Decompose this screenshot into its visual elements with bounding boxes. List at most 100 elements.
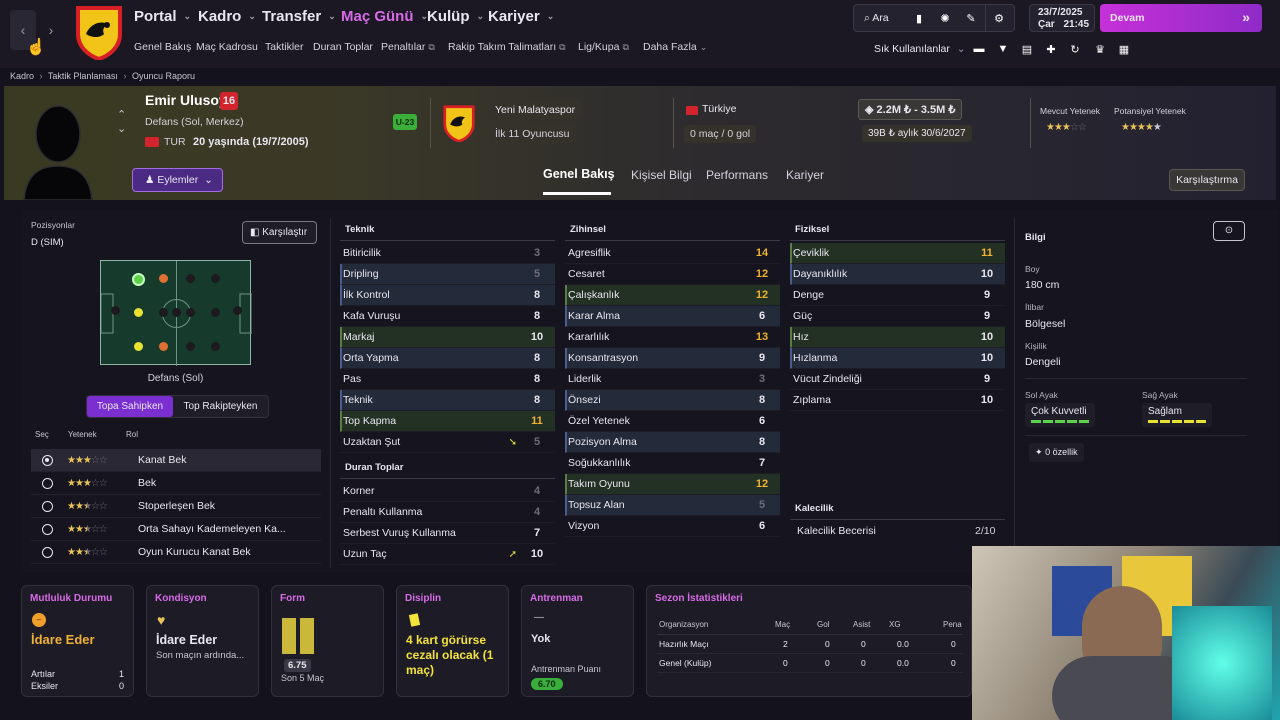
attribute-row[interactable]: Dayanıklılık 10 (790, 264, 1005, 285)
toggle-in-possession[interactable]: Topa Sahipken (87, 396, 173, 417)
role-radio[interactable] (42, 477, 53, 489)
calendar-icon[interactable]: ▦ (1117, 42, 1131, 56)
pitch-position-dot[interactable] (159, 308, 168, 317)
menu-kariyer[interactable]: Kariyer ⌄ (488, 8, 554, 25)
attribute-row[interactable]: Uzun Taç ➚ 10 (340, 544, 555, 565)
attribute-row[interactable]: Topsuz Alan 5 (565, 495, 780, 516)
brain-icon[interactable]: ✺ (938, 11, 952, 25)
pitch-position-dot[interactable] (159, 274, 168, 283)
pitch-position-dot[interactable] (134, 308, 143, 317)
pitch-position-dot[interactable] (186, 308, 195, 317)
submenu-genel-bakis[interactable]: Genel Bakış (134, 41, 191, 53)
club-crest-logo[interactable] (74, 4, 124, 62)
form-card[interactable]: Form 6.75 Son 5 Maç (271, 585, 384, 697)
menu-kadro[interactable]: Kadro ⌄ (198, 8, 256, 25)
pitch-position-dot[interactable] (172, 308, 181, 317)
info-settings-button[interactable]: ⊙ (1213, 221, 1245, 241)
submenu-mac-kadrosu[interactable]: Maç Kadrosu (196, 41, 258, 53)
attribute-row[interactable]: Kararlılık 13 (565, 327, 780, 348)
attribute-row[interactable]: Teknik 8 (340, 390, 555, 411)
role-radio[interactable] (42, 546, 53, 558)
continue-button[interactable]: Devam » (1100, 4, 1262, 32)
pitch-position-dot[interactable] (211, 308, 220, 317)
shirt-icon[interactable]: ▼ (996, 42, 1010, 56)
attribute-row[interactable]: İlk Kontrol 8 (340, 285, 555, 306)
attribute-row[interactable]: Hız 10 (790, 327, 1005, 348)
attribute-row[interactable]: Zıplama 10 (790, 390, 1005, 411)
pitch-position-dot[interactable] (186, 274, 195, 283)
role-row[interactable]: ★★★☆☆ Oyun Kurucu Kanat Bek (31, 541, 321, 564)
season-stats-card[interactable]: Sezon İstatistikleri Organizasyon Maç Gol A… (646, 585, 972, 697)
tab-genel-bakis[interactable]: Genel Bakış (543, 167, 615, 181)
attribute-row[interactable]: Liderlik 3 (565, 369, 780, 390)
chat-icon[interactable]: ▬ (972, 42, 986, 56)
tab-kisisel-bilgi[interactable]: Kişisel Bilgi (631, 168, 692, 182)
season-table-row[interactable]: Genel (Kulüp) 0 0 0 0.0 0 (657, 654, 963, 673)
submenu-penaltilar[interactable]: Penaltılar ⧉ (381, 41, 435, 53)
attribute-row[interactable]: Vücut Zindeliği 9 (790, 369, 1005, 390)
attribute-row[interactable]: Serbest Vuruş Kullanma 7 (340, 523, 555, 544)
submenu-duran-toplar[interactable]: Duran Toplar (313, 41, 373, 53)
role-radio[interactable] (42, 454, 53, 466)
training-card[interactable]: Antrenman — Yok Antrenman Puanı 6.70 (521, 585, 634, 697)
breadcrumb-kadro[interactable]: Kadro (10, 71, 34, 81)
attribute-row[interactable]: Kafa Vuruşu 8 (340, 306, 555, 327)
condition-card[interactable]: Kondisyon ♥ İdare Eder Son maçın ardında… (146, 585, 259, 697)
attribute-row[interactable]: Güç 9 (790, 306, 1005, 327)
attribute-row[interactable]: Uzaktan Şut ➘ 5 (340, 432, 555, 453)
shortcuts-dropdown[interactable]: Sık Kullanılanlar ⌄ (874, 43, 966, 55)
attribute-row[interactable]: Önsezi 8 (565, 390, 780, 411)
pitch-position-dot[interactable] (186, 342, 195, 351)
comparison-button[interactable]: Karşılaştırma (1169, 169, 1245, 191)
clipboard-icon[interactable]: ▤ (1020, 42, 1034, 56)
toggle-out-of-possession[interactable]: Top Rakipteyken (173, 396, 268, 417)
role-row[interactable]: ★★★☆☆ Bek (31, 472, 321, 495)
season-table-row[interactable]: Hazırlık Maçı 2 0 0 0.0 0 (657, 635, 963, 654)
pitch-position-dot[interactable] (159, 342, 168, 351)
submenu-lig-kupa[interactable]: Lig/Kupa ⧉ (578, 41, 629, 53)
role-radio[interactable] (42, 500, 53, 512)
attribute-row[interactable]: Pozisyon Alma 8 (565, 432, 780, 453)
actions-dropdown-button[interactable]: ♟ Eylemler ⌄ (132, 168, 223, 192)
traits-button[interactable]: ✦ 0 özellik (1029, 443, 1084, 462)
attribute-row[interactable]: Korner 4 (340, 481, 555, 502)
pitch-position-dot[interactable] (211, 274, 220, 283)
role-row[interactable]: ★★★☆☆ Stoperleşen Bek (31, 495, 321, 518)
submenu-taktikler[interactable]: Taktikler (265, 41, 304, 53)
tab-performans[interactable]: Performans (706, 168, 768, 182)
trophy-icon[interactable]: ♛ (1093, 42, 1107, 56)
attribute-row[interactable]: Bitiricilik 3 (340, 243, 555, 264)
search-button[interactable]: ⌕ Ara (864, 12, 889, 25)
breadcrumb-taktik[interactable]: Taktik Planlaması (48, 71, 118, 81)
attribute-row[interactable]: Çeviklik 11 (790, 243, 1005, 264)
attribute-row[interactable]: Markaj 10 (340, 327, 555, 348)
pitch-position-dot[interactable] (233, 306, 242, 315)
attribute-row[interactable]: Orta Yapma 8 (340, 348, 555, 369)
menu-transfer[interactable]: Transfer ⌄ (262, 8, 336, 25)
club-name[interactable]: Yeni Malatyaspor (489, 101, 582, 119)
attribute-row[interactable]: Takım Oyunu 12 (565, 474, 780, 495)
submenu-rakip-talimatlari[interactable]: Rakip Takım Talimatları ⧉ (448, 41, 566, 53)
gear-icon[interactable]: ⚙ (992, 11, 1006, 25)
pitch-position-best[interactable] (132, 273, 145, 286)
menu-portal[interactable]: Portal ⌄ (134, 8, 191, 25)
attribute-row[interactable]: Konsantrasyon 9 (565, 348, 780, 369)
medical-icon[interactable]: ✚ (1044, 42, 1058, 56)
pitch-position-dot[interactable] (211, 342, 220, 351)
tab-kariyer[interactable]: Kariyer (786, 168, 824, 182)
attribute-row[interactable]: Dripling 5 (340, 264, 555, 285)
attribute-row[interactable]: Agresiflik 14 (565, 243, 780, 264)
date-time-box[interactable]: 23/7/2025 Çar 21:45 (1029, 4, 1095, 32)
bookmark-icon[interactable]: ▮ (912, 11, 926, 25)
edit-icon[interactable]: ✎ (964, 11, 978, 25)
attribute-row[interactable]: Penaltı Kullanma 4 (340, 502, 555, 523)
pitch-position-dot[interactable] (111, 306, 120, 315)
role-row[interactable]: ★★★☆☆ Orta Sahayı Kademeleyen Ka... (31, 518, 321, 541)
attribute-row[interactable]: Denge 9 (790, 285, 1005, 306)
attribute-row[interactable]: Özel Yetenek 6 (565, 411, 780, 432)
menu-kulup[interactable]: Kulüp ⌄ (427, 8, 484, 25)
attribute-row[interactable]: Top Kapma 11 (340, 411, 555, 432)
next-player-button[interactable]: ⌄ (117, 122, 126, 135)
attribute-row[interactable]: Vizyon 6 (565, 516, 780, 537)
attribute-row[interactable]: Soğukkanlılık 7 (565, 453, 780, 474)
